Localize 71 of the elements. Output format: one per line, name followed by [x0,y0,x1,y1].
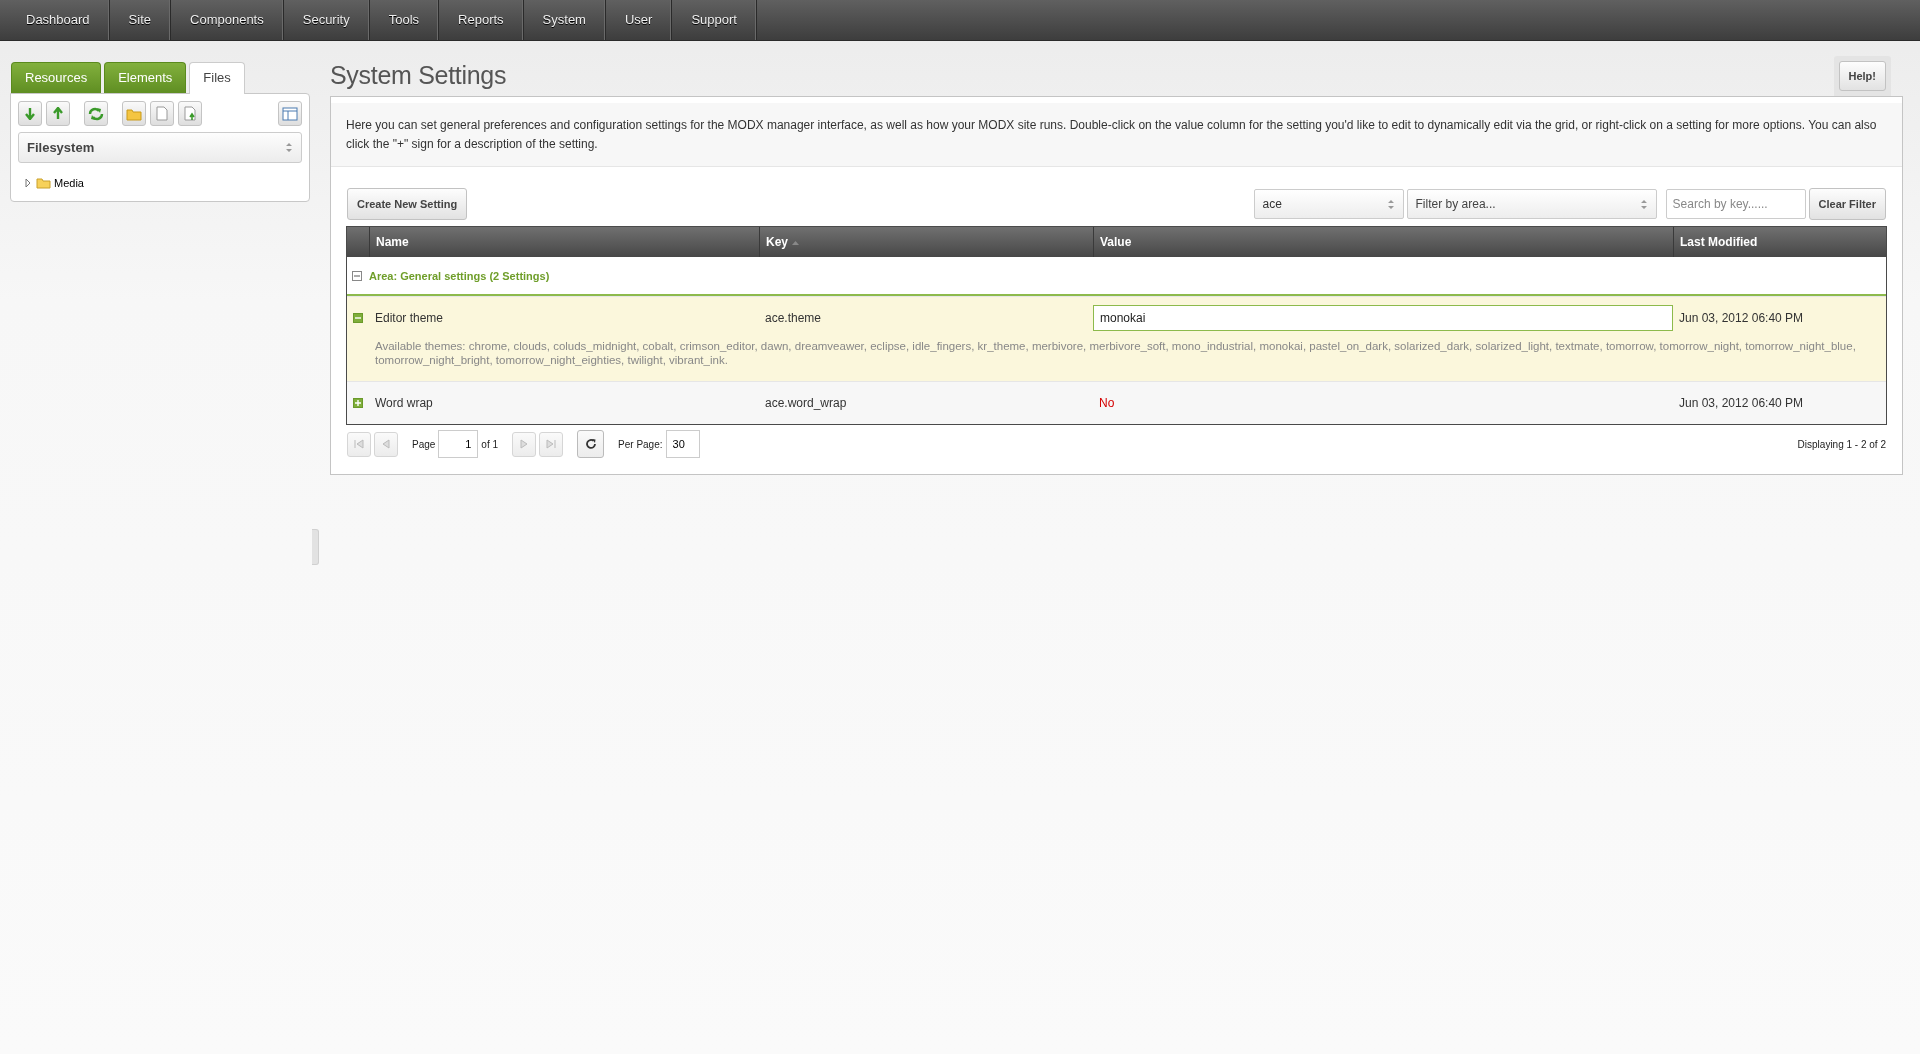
nav-item[interactable]: Components [171,0,284,40]
nav-item[interactable]: System [523,0,606,40]
source-select[interactable]: Filesystem [18,132,302,163]
namespace-select-value: ace [1262,197,1282,211]
refresh-icon [584,438,597,450]
toolbar-button[interactable] [84,101,108,126]
last-page-icon [545,438,558,450]
last-modified-cell-text: Jun 03, 2012 06:40 PM [1678,395,1805,412]
create-setting-button[interactable]: Create New Setting [347,188,468,220]
document-upload-icon [183,106,197,121]
per-page-input[interactable]: 30 [665,430,700,458]
nav-item[interactable]: Support [672,0,757,40]
last-modified-cell-text: Jun 03, 2012 06:40 PM [1678,310,1805,327]
namespace-select[interactable]: ace [1253,189,1404,219]
toolbar-button[interactable] [150,101,174,126]
tree-node[interactable]: Media [54,177,84,189]
grid-row[interactable] [347,296,1886,381]
page-label: Page [412,438,436,450]
value-cell-text: No [1098,395,1116,412]
toolbar-button[interactable] [46,101,70,126]
sort-arrows-icon [285,142,293,153]
page-title: System Settings [330,61,507,90]
expand-icon[interactable] [353,398,363,408]
setting-description: Available themes: chrome, clouds, coluds_midnight, cobalt, crimson_editor, dawn, dreamveawer, eclipse, idle_fingers, kr_theme, merbivore, merbivore_soft, mono_industrial, monokai, pastel_on_dark, solarized_dark, solarized_light, textmate, tomorrow, tomorrow_night, tomorrow_night_blue, tomorrow_night_bright, tomorrow_night_eighties, twilight, vibrant_ink. [374,339,1857,368]
previous-page-icon [380,438,392,450]
sort-arrows-icon [1386,198,1395,210]
document-icon [155,106,169,121]
area-select[interactable]: Filter by area... [1406,189,1657,219]
column-header[interactable]: Name [369,227,759,257]
collapse-icon[interactable] [353,313,363,323]
upload-icon [52,107,64,120]
first-page-icon [353,438,365,450]
expand-arrow-icon[interactable] [24,178,33,188]
name-cell-text: Editor theme [374,310,445,327]
key-cell-text: ace.theme [764,310,823,327]
column-header[interactable]: Value [1093,227,1673,257]
help-button[interactable]: Help! [1838,61,1886,91]
nav-item[interactable]: Security [283,0,370,40]
collapse-icon[interactable] [352,270,362,281]
page-count: of 1 [481,438,499,450]
folder-icon [126,106,142,121]
source-select-value: Filesystem [27,140,95,155]
search-field[interactable]: Search by key...... [1665,189,1806,219]
toolbar-button[interactable] [122,101,146,126]
value-input[interactable]: monokai [1093,305,1673,331]
toolbar-button[interactable] [178,101,202,126]
per-page-label: Per Page: [618,438,663,450]
nav-item[interactable]: User [605,0,673,40]
sidebar-tab[interactable]: Files [189,62,245,94]
refresh-icon [88,106,104,121]
sort-arrows-icon [1639,199,1648,210]
nav-item[interactable]: Site [109,0,171,40]
nav-item[interactable]: Dashboard [7,0,110,40]
download-icon [24,107,36,120]
display-count: Displaying 1 - 2 of 2 [1797,438,1886,450]
description-text: Here you can set general preferences and configuration settings for the MODX manager interface, as well as how your MODX site runs. Double-click on the value column for the setting you'd like to edit to dynamically edit via the grid, or right-click on a setting for more options. You can also click the "+" sign for a description of the setting. [331,103,1902,167]
grid-row[interactable]: Word wrap ace.word_wrap No Jun 03, 2012 06:40 PM [347,381,1886,424]
pager-button[interactable] [577,430,605,458]
nav-item[interactable]: Reports [439,0,524,40]
name-cell-text: Word wrap [374,395,434,412]
folder-icon [36,177,51,189]
column-header[interactable]: Last Modified [1673,227,1886,257]
clear-filter-button[interactable]: Clear Filter [1808,188,1886,220]
collapse-handle[interactable] [312,529,319,565]
toolbar-button[interactable] [18,101,42,126]
page-input[interactable]: 1 [438,430,479,458]
key-cell-text: ace.word_wrap [764,395,848,412]
nav-item[interactable]: Tools [369,0,440,40]
column-header[interactable]: Key [759,227,1093,257]
toolbar-button[interactable] [278,101,302,126]
layout-icon [282,106,298,121]
